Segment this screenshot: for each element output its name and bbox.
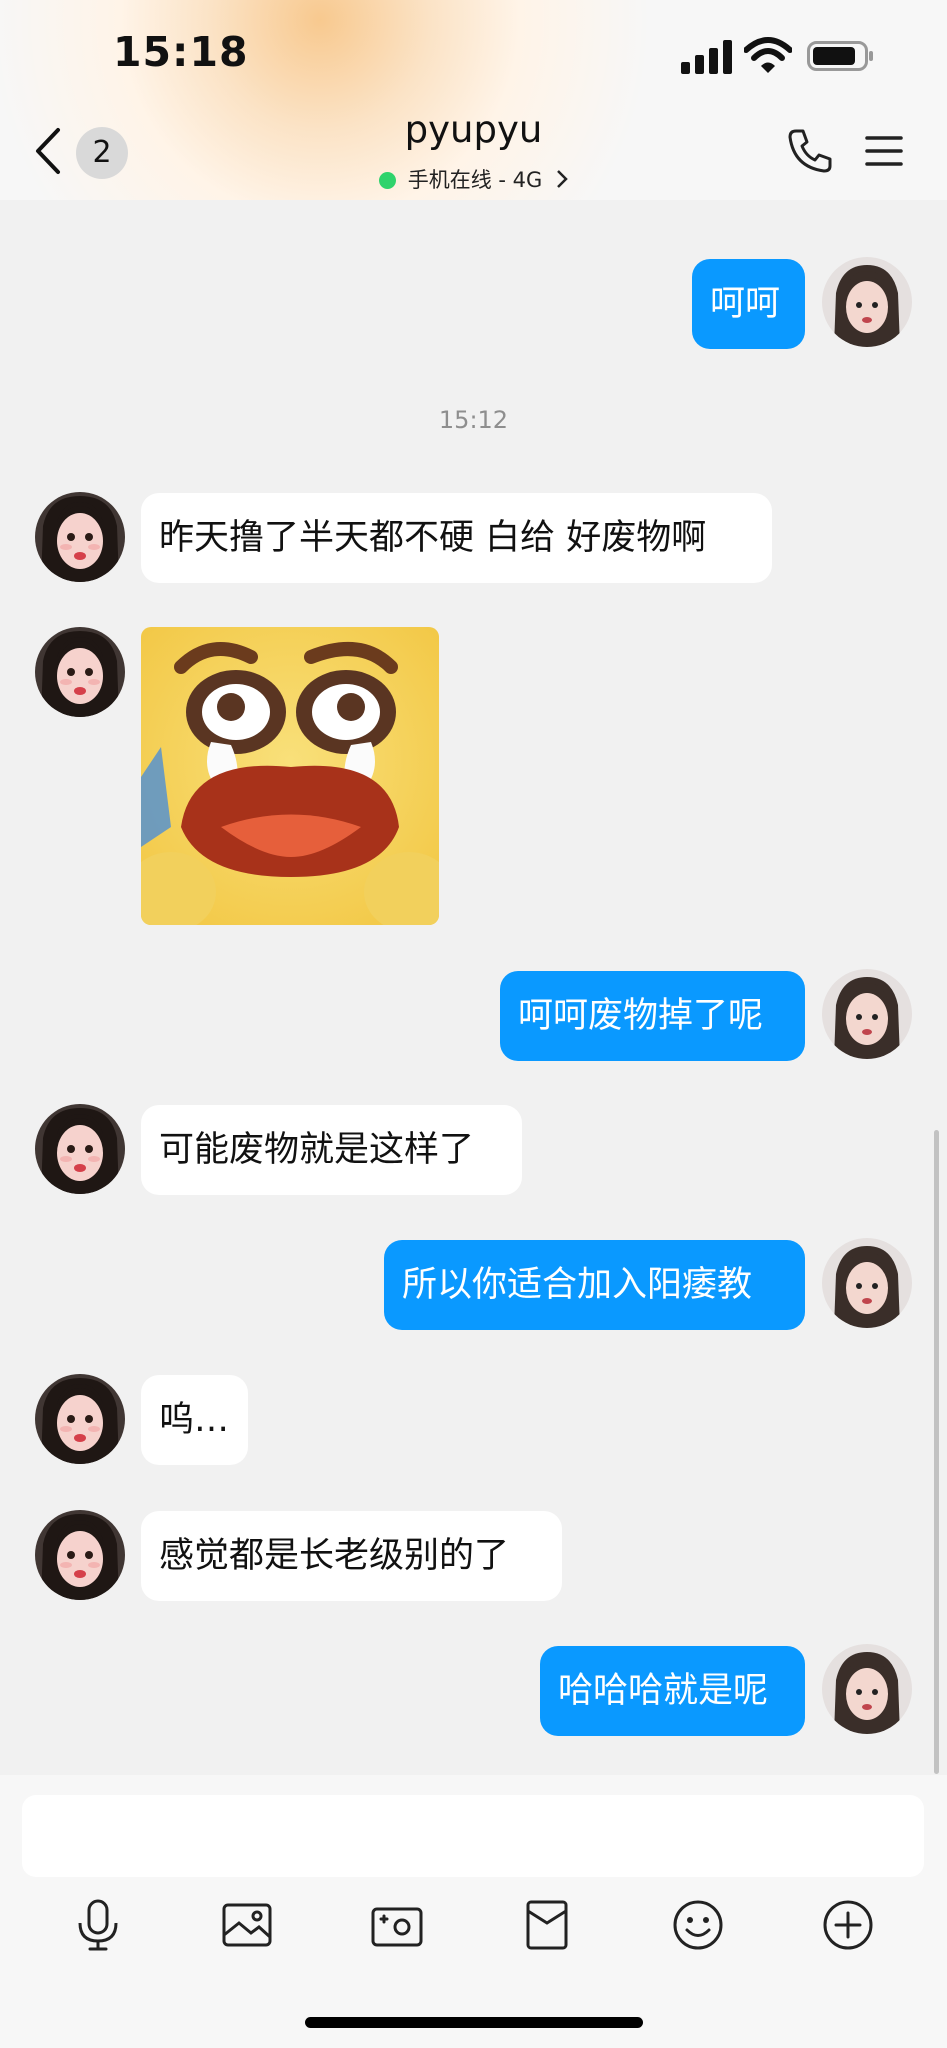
message-bubble-sent[interactable]: 所以你适合加入阳痿教 (384, 1240, 805, 1330)
my-avatar[interactable] (822, 257, 912, 347)
emoji-icon[interactable] (670, 1897, 726, 1953)
battery-icon (807, 41, 875, 71)
plus-icon[interactable] (820, 1897, 876, 1953)
my-avatar[interactable] (822, 969, 912, 1059)
menu-icon[interactable] (864, 134, 904, 168)
home-indicator[interactable] (305, 2017, 643, 2028)
online-status-text: 手机在线 - 4G (407, 168, 543, 192)
camera-icon[interactable] (369, 1897, 425, 1953)
contact-avatar[interactable] (35, 627, 125, 717)
message-bubble-sent[interactable]: 呵呵废物掉了呢 (500, 971, 805, 1061)
my-avatar[interactable] (822, 1238, 912, 1328)
chevron-right-icon (556, 169, 569, 194)
red-packet-icon[interactable] (519, 1897, 575, 1953)
message-bubble-sent[interactable]: 呵呵 (692, 259, 805, 349)
microphone-icon[interactable] (70, 1897, 126, 1953)
signal-icon (681, 40, 733, 74)
status-time: 15:18 (113, 28, 249, 76)
image-icon[interactable] (219, 1897, 275, 1953)
message-timestamp: 15:12 (438, 406, 509, 434)
contact-avatar[interactable] (35, 1104, 125, 1194)
crying-face-sticker[interactable] (141, 627, 439, 925)
phone-icon[interactable] (786, 127, 834, 175)
contact-avatar[interactable] (35, 1374, 125, 1464)
message-input[interactable] (22, 1795, 924, 1877)
message-bubble-received[interactable]: 感觉都是长老级别的了 (141, 1511, 562, 1601)
my-avatar[interactable] (822, 1644, 912, 1734)
message-bubble-sent[interactable]: 哈哈哈就是呢 (540, 1646, 805, 1736)
message-bubble-received[interactable]: 可能废物就是这样了 (141, 1105, 522, 1195)
message-bubble-received[interactable]: 呜… (141, 1375, 248, 1465)
wifi-icon (743, 36, 793, 76)
online-dot-icon (378, 172, 396, 189)
message-bubble-received[interactable]: 昨天撸了半天都不硬 白给 好废物啊 (141, 493, 772, 583)
contact-avatar[interactable] (35, 492, 125, 582)
contact-avatar[interactable] (35, 1510, 125, 1600)
scrollbar[interactable] (934, 1130, 939, 1774)
